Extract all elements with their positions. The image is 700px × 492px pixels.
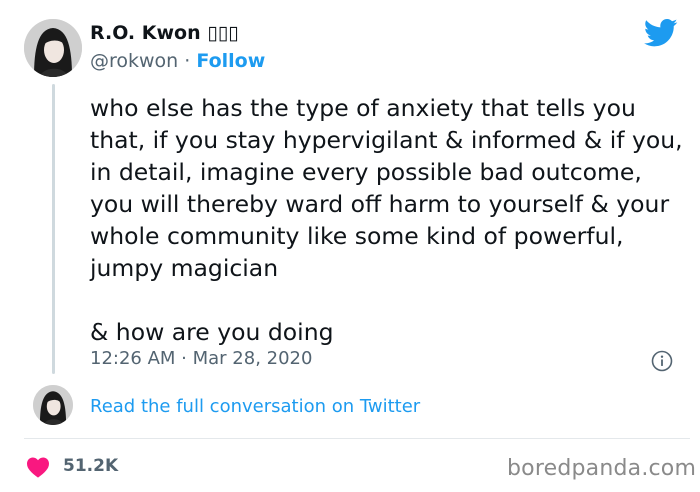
avatar-portrait [33,385,73,425]
tweet-paragraph: who else has the type of anxiety that te… [90,94,683,282]
tweet-paragraph: & how are you doing [90,318,334,346]
info-icon[interactable] [651,350,673,372]
like-count[interactable]: 51.2K [63,456,118,476]
tweet-timestamp[interactable]: 12:26 AM · Mar 28, 2020 [90,348,312,369]
thread-line [52,84,55,374]
watermark: boredpanda.com [507,456,697,481]
conversation-avatar[interactable] [33,385,73,425]
divider [24,438,690,439]
tweet-text: who else has the type of anxiety that te… [90,92,690,348]
heart-icon[interactable] [26,456,50,478]
twitter-bird-icon[interactable] [644,18,678,48]
display-name[interactable]: R.O. Kwon ▯▯▯ [90,22,239,44]
user-handle[interactable]: @rokwon [90,50,178,72]
handle-separator: · [178,50,197,72]
avatar-portrait [24,19,82,77]
handle-row: @rokwon · Follow [90,50,265,72]
read-conversation-link[interactable]: Read the full conversation on Twitter [90,396,420,417]
follow-button[interactable]: Follow [196,50,265,72]
author-avatar[interactable] [24,19,82,77]
